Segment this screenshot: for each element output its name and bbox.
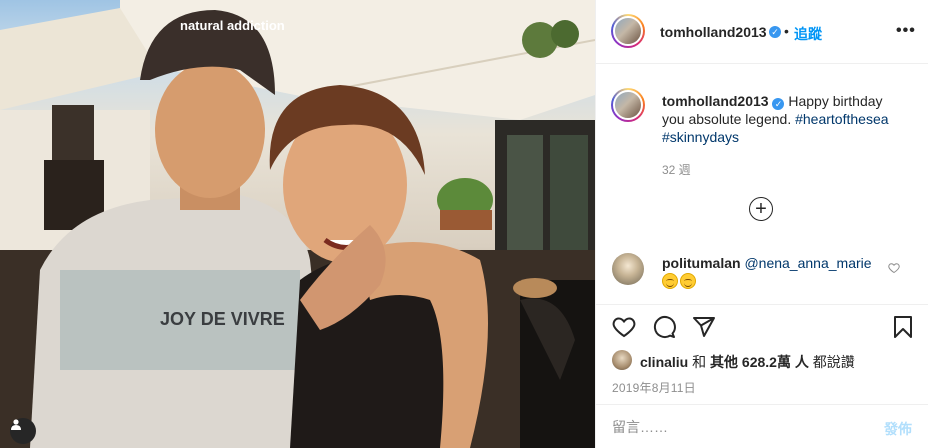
caption: tomholland2013 ✓ Happy birthday you abso… [662,92,902,146]
smile-emoji-icon [680,273,696,289]
verified-icon: ✓ [772,98,785,110]
post-dialog: JOY DE VIVRE natural addiction tomhollan… [0,0,928,448]
hashtag-link[interactable]: #heartofthesea [795,111,888,127]
hashtag-link[interactable]: #skinnydays [662,129,739,145]
caption-avatar[interactable] [611,88,645,122]
post-date[interactable]: 2019年8月11日 [612,379,696,396]
separator-dot: • [784,23,789,39]
commenter-avatar[interactable] [612,253,644,285]
follow-button[interactable]: 追蹤 [794,24,822,44]
comment-input[interactable] [612,417,852,437]
photo-illustration: JOY DE VIVRE natural addiction [0,0,595,448]
likes-others-link[interactable]: 其他 628.2萬 人 [710,354,809,370]
author-avatar[interactable] [611,14,645,48]
divider [596,304,928,305]
caption-timestamp: 32 週 [662,163,691,177]
share-icon[interactable] [692,315,716,339]
author-username[interactable]: tomholland2013 [660,24,767,40]
likes-summary: clinaliu 和 其他 628.2萬 人 都說讚 [640,352,855,372]
heart-icon[interactable] [612,315,636,339]
likes-liked-text: 都說讚 [812,354,855,370]
more-icon[interactable]: ••• [896,22,916,40]
liker-avatar[interactable] [612,350,632,370]
liker-username[interactable]: clinaliu [640,354,688,370]
caption-username[interactable]: tomholland2013 [662,93,769,109]
bookmark-icon[interactable] [891,315,915,339]
comment-mention[interactable]: @nena_anna_marie [744,255,871,271]
user-tag-icon[interactable] [10,418,36,444]
smile-emoji-icon [662,273,678,289]
post-header: tomholland2013 ✓ • 追蹤 ••• [596,0,928,64]
post-side-panel: tomholland2013 ✓ • 追蹤 ••• tomholland2013… [595,0,928,448]
plus-circle-icon[interactable]: + [749,197,773,221]
comment-icon[interactable] [652,315,676,339]
comment: politumalan @nena_anna_marie [662,254,882,290]
shirt-text: JOY DE VIVRE [160,309,285,329]
cap-text: natural addiction [180,18,285,33]
post-photo[interactable]: JOY DE VIVRE natural addiction [0,0,595,448]
comment-bar: 發佈 [596,404,928,448]
comment-like-heart-icon[interactable] [888,262,900,274]
comment-username[interactable]: politumalan [662,255,741,271]
likes-and: 和 [692,354,707,370]
verified-icon: ✓ [769,26,781,38]
post-comment-button[interactable]: 發佈 [884,419,912,439]
